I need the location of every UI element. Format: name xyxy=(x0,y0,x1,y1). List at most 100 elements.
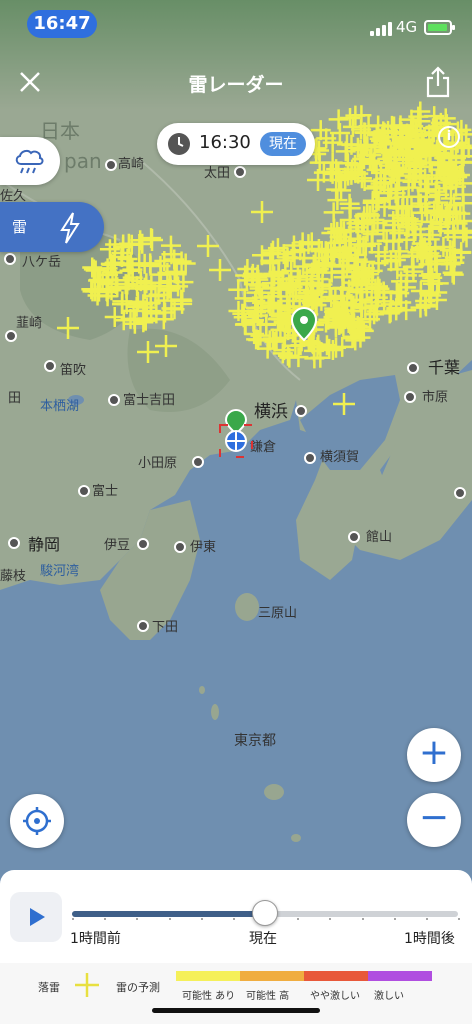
legend-level-label: やや激しい xyxy=(310,991,360,1002)
info-button[interactable]: i xyxy=(438,126,460,148)
time-indicator: 16:30 現在 xyxy=(157,123,315,165)
legend-color-bar xyxy=(368,971,432,981)
timeline-tick xyxy=(200,918,203,920)
timeline-knob[interactable] xyxy=(252,900,278,926)
label-miharayama: 三原山 xyxy=(258,606,297,621)
timeline-end-label: 1時間後 xyxy=(404,931,455,947)
label-fujieda: 藤枝 xyxy=(0,569,26,584)
timeline-tick xyxy=(458,918,460,920)
timeline-tick xyxy=(136,918,139,920)
city-marker xyxy=(137,620,149,632)
timeline-tick xyxy=(168,918,171,920)
timeline-tick xyxy=(232,918,235,920)
city-marker xyxy=(192,456,204,468)
city-marker xyxy=(108,394,120,406)
status-bar: 16:47 4G xyxy=(0,0,472,50)
thunder-label: 雷 xyxy=(12,218,28,236)
legend-color-bar xyxy=(176,971,240,981)
lightning-icon xyxy=(60,212,80,244)
legend-level-label: 可能性 高 xyxy=(246,991,290,1002)
battery-icon xyxy=(424,20,455,35)
label-izu: 伊豆 xyxy=(104,538,130,553)
legend-level-label: 可能性 あり xyxy=(182,991,236,1002)
timeline-tick xyxy=(393,918,396,920)
city-marker xyxy=(44,360,56,372)
timeline-now-label: 現在 xyxy=(249,931,277,947)
page-title: 雷レーダー xyxy=(188,74,284,96)
city-marker xyxy=(78,485,90,497)
label-tokyoto: 東京都 xyxy=(234,733,276,749)
zoom-in-button[interactable]: + xyxy=(407,728,461,782)
current-time: 16:30 xyxy=(199,132,251,153)
strike-cross-icon xyxy=(75,973,99,997)
city-marker xyxy=(5,330,17,342)
legend-level-label: 激しい xyxy=(374,991,404,1002)
city-marker xyxy=(295,405,307,417)
clock-icon xyxy=(168,133,190,155)
label-ota: 太田 xyxy=(204,166,230,181)
label-japan: pan xyxy=(64,149,102,173)
city-marker xyxy=(304,452,316,464)
rain-cloud-icon xyxy=(15,149,44,174)
rain-layer-button[interactable] xyxy=(0,137,60,185)
info-icon: i xyxy=(446,129,452,144)
timeline-tick xyxy=(361,918,364,920)
timeline-tick xyxy=(72,918,74,920)
label-shizuoka: 静岡 xyxy=(28,535,60,554)
share-button[interactable] xyxy=(424,66,456,102)
status-time: 16:47 xyxy=(27,10,97,38)
legend-color-bar xyxy=(240,971,304,981)
legend-strike-label: 落雷 xyxy=(38,981,60,994)
play-button[interactable] xyxy=(10,892,62,942)
label-fujiyoshida: 富士吉田 xyxy=(123,392,175,408)
label-yokosuka: 横須賀 xyxy=(320,450,359,465)
signal-icon xyxy=(370,22,392,36)
label-fuefuki: 笛吹 xyxy=(60,362,86,378)
label-motosuko: 本栖湖 xyxy=(40,399,79,414)
label-chiba: 千葉 xyxy=(428,358,460,377)
city-marker xyxy=(4,253,16,265)
city-marker xyxy=(234,166,246,178)
plus-icon: + xyxy=(418,732,450,773)
legend: 落雷 雷の予測 可能性 あり 可能性 高 やや激しい 激しい xyxy=(0,963,472,1024)
zoom-out-button[interactable]: − xyxy=(407,793,461,847)
label-nirasaki: 韮崎 xyxy=(16,316,42,331)
network-type: 4G xyxy=(396,18,418,36)
legend-color-bar xyxy=(304,971,368,981)
header: 雷レーダー xyxy=(0,56,472,112)
city-marker xyxy=(404,391,416,403)
label-shimoda: 下田 xyxy=(152,620,178,635)
label-surugawan: 駿河湾 xyxy=(40,563,79,579)
now-badge: 現在 xyxy=(260,132,306,156)
label-yokohama: 横浜 xyxy=(254,402,288,422)
legend-forecast-label: 雷の予測 xyxy=(116,981,160,994)
minus-icon: − xyxy=(418,797,450,838)
play-icon xyxy=(30,908,45,926)
city-marker xyxy=(348,531,360,543)
share-icon xyxy=(426,66,450,98)
locate-button[interactable] xyxy=(10,794,64,848)
city-marker xyxy=(174,541,186,553)
timeline-tick xyxy=(425,918,428,920)
timeline-start-label: 1時間前 xyxy=(70,931,121,947)
city-marker xyxy=(105,159,117,171)
crosshair-icon xyxy=(23,807,51,835)
label-odawara: 小田原 xyxy=(138,456,177,471)
thunder-layer-button[interactable]: 雷 xyxy=(0,202,104,252)
city-marker xyxy=(454,487,466,499)
city-marker xyxy=(137,538,149,550)
label-kamakura: 鎌倉 xyxy=(250,440,276,455)
label-kai: 田 xyxy=(8,391,21,406)
label-tateyama: 館山 xyxy=(366,530,392,545)
city-marker xyxy=(8,537,20,549)
timeline-tick xyxy=(329,918,332,920)
label-fuji: 富士 xyxy=(92,483,118,499)
city-marker xyxy=(407,362,419,374)
label-ichihara: 市原 xyxy=(422,389,448,405)
label-yatsugatake: 八ケ岳 xyxy=(22,255,61,270)
label-takasaki: 高崎 xyxy=(118,156,144,172)
timeline-tick xyxy=(104,918,107,920)
home-indicator xyxy=(152,1008,320,1013)
label-ito: 伊東 xyxy=(190,539,216,555)
timeline-tick xyxy=(297,918,300,920)
